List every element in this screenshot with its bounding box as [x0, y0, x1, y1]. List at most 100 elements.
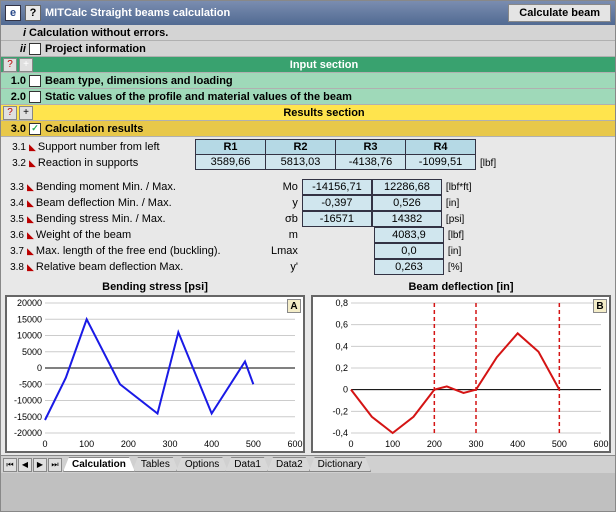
- result-line-3-8: 3.8◣Relative beam deflection Max.y'0,263…: [1, 259, 615, 275]
- tab-calculation[interactable]: Calculation: [63, 457, 135, 472]
- tab-nav-next[interactable]: ▶: [33, 458, 47, 472]
- l31-idx: 3.1: [3, 142, 29, 153]
- result-line-3-3: 3.3◣Bending moment Min. / Max.Mo-14156,7…: [1, 179, 615, 195]
- td-r1: 3589,66: [196, 155, 266, 170]
- project-checkbox[interactable]: [29, 43, 41, 55]
- tab-data1[interactable]: Data1: [225, 457, 270, 472]
- results-section-header: ? + Results section: [1, 105, 615, 121]
- project-text: Project information: [45, 43, 613, 55]
- svg-text:5000: 5000: [22, 347, 42, 357]
- row-3-0-checkbox[interactable]: ✓: [29, 123, 41, 135]
- row-3-0-text: Calculation results: [45, 123, 613, 135]
- svg-text:20000: 20000: [17, 298, 42, 308]
- chart-b-svg: 0,80,60,40,20-0,2-0,40100200300400500600: [313, 297, 609, 451]
- calculate-beam-button[interactable]: Calculate beam: [508, 4, 611, 22]
- row-2-0-idx: 2.0: [3, 91, 29, 103]
- supports-table: R1 R2 R3 R4 3589,66 5813,03 -4138,76 -10…: [195, 139, 476, 170]
- tab-data2[interactable]: Data2: [267, 457, 312, 472]
- chart-a: A 20000150001000050000-5000-10000-15000-…: [5, 295, 305, 453]
- svg-text:-0,2: -0,2: [332, 406, 348, 416]
- svg-text:600: 600: [593, 439, 608, 449]
- chart-a-badge[interactable]: A: [287, 299, 301, 313]
- titlebar: e ? MITCalc Straight beams calculation C…: [1, 1, 615, 25]
- results-section-label: Results section: [35, 107, 613, 119]
- tab-tables[interactable]: Tables: [132, 457, 179, 472]
- input-section-header: ? + Input section: [1, 57, 615, 73]
- help-icon[interactable]: ?: [25, 5, 41, 21]
- svg-text:15000: 15000: [17, 314, 42, 324]
- app-icon: e: [5, 5, 21, 21]
- row-2-0: 2.0 Static values of the profile and mat…: [1, 89, 615, 105]
- svg-text:600: 600: [287, 439, 302, 449]
- th-r1: R1: [196, 140, 266, 155]
- svg-text:400: 400: [510, 439, 525, 449]
- svg-text:300: 300: [468, 439, 483, 449]
- svg-text:0: 0: [348, 439, 353, 449]
- row-3-0-idx: 3.0: [3, 123, 29, 135]
- tab-options[interactable]: Options: [176, 457, 228, 472]
- svg-text:200: 200: [427, 439, 442, 449]
- input-help-button[interactable]: ?: [3, 58, 17, 72]
- svg-text:-5000: -5000: [19, 379, 42, 389]
- svg-text:0: 0: [343, 385, 348, 395]
- svg-text:0,2: 0,2: [335, 363, 348, 373]
- chart-b: B 0,80,60,40,20-0,2-0,401002003004005006…: [311, 295, 611, 453]
- chart-a-title: Bending stress [psi]: [5, 281, 305, 295]
- svg-text:0: 0: [42, 439, 47, 449]
- row-1-0-idx: 1.0: [3, 75, 29, 87]
- row-3-0: 3.0 ✓ Calculation results: [1, 121, 615, 137]
- tab-nav-prev[interactable]: ◀: [18, 458, 32, 472]
- svg-text:-15000: -15000: [14, 412, 42, 422]
- row-2-0-text: Static values of the profile and materia…: [45, 91, 613, 103]
- tab-nav-first[interactable]: ⏮: [3, 458, 17, 472]
- l31-text: Support number from left: [38, 141, 189, 153]
- svg-text:0,6: 0,6: [335, 320, 348, 330]
- results-expand-button[interactable]: +: [19, 106, 33, 120]
- svg-text:400: 400: [204, 439, 219, 449]
- project-row: ii Project information: [1, 41, 615, 57]
- th-r3: R3: [336, 140, 406, 155]
- window-title: MITCalc Straight beams calculation: [45, 7, 230, 19]
- result-line-3-5: 3.5◣Bending stress Min. / Max.σb-1657114…: [1, 211, 615, 227]
- svg-text:500: 500: [246, 439, 261, 449]
- svg-text:200: 200: [121, 439, 136, 449]
- svg-text:0,4: 0,4: [335, 341, 348, 351]
- l32-idx: 3.2: [3, 158, 29, 169]
- input-expand-button[interactable]: +: [19, 58, 33, 72]
- chart-b-title: Beam deflection [in]: [311, 281, 611, 295]
- tab-nav-last[interactable]: ⏭: [48, 458, 62, 472]
- l32-text: Reaction in supports: [38, 157, 189, 169]
- sheet-tabs: ⏮ ◀ ▶ ⏭ CalculationTablesOptionsData1Dat…: [1, 455, 615, 473]
- status-index: i: [3, 27, 29, 39]
- row-1-0-text: Beam type, dimensions and loading: [45, 75, 613, 87]
- svg-text:-0,4: -0,4: [332, 428, 348, 438]
- row-1-0-checkbox[interactable]: [29, 75, 41, 87]
- svg-text:0,8: 0,8: [335, 298, 348, 308]
- svg-text:10000: 10000: [17, 331, 42, 341]
- td-r2: 5813,03: [266, 155, 336, 170]
- supports-unit: [lbf]: [476, 158, 496, 169]
- chart-a-svg: 20000150001000050000-5000-10000-15000-20…: [7, 297, 303, 451]
- row-1-0: 1.0 Beam type, dimensions and loading: [1, 73, 615, 89]
- svg-text:300: 300: [162, 439, 177, 449]
- project-index: ii: [3, 43, 29, 55]
- td-r3: -4138,76: [336, 155, 406, 170]
- svg-text:-20000: -20000: [14, 428, 42, 438]
- td-r4: -1099,51: [406, 155, 476, 170]
- status-text: Calculation without errors.: [29, 27, 613, 39]
- result-line-3-6: 3.6◣Weight of the beamm4083,9[lbf]: [1, 227, 615, 243]
- svg-text:0: 0: [37, 363, 42, 373]
- svg-text:100: 100: [385, 439, 400, 449]
- row-2-0-checkbox[interactable]: [29, 91, 41, 103]
- svg-text:-10000: -10000: [14, 396, 42, 406]
- chart-b-badge[interactable]: B: [593, 299, 607, 313]
- tab-dictionary[interactable]: Dictionary: [309, 457, 371, 472]
- status-row: i Calculation without errors.: [1, 25, 615, 41]
- result-line-3-7: 3.7◣Max. length of the free end (bucklin…: [1, 243, 615, 259]
- svg-text:100: 100: [79, 439, 94, 449]
- results-help-button[interactable]: ?: [3, 106, 17, 120]
- svg-text:500: 500: [552, 439, 567, 449]
- result-line-3-4: 3.4◣Beam deflection Min. / Max.y-0,3970,…: [1, 195, 615, 211]
- input-section-label: Input section: [35, 59, 613, 71]
- th-r2: R2: [266, 140, 336, 155]
